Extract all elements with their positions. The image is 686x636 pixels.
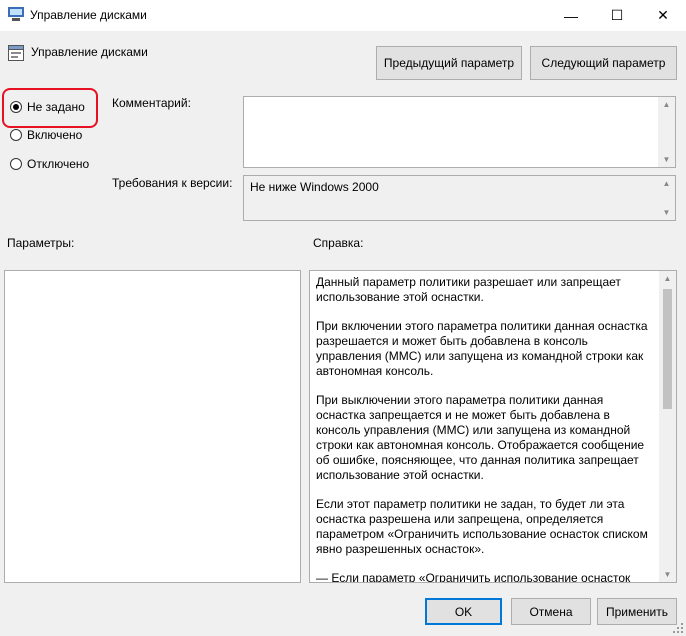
previous-setting-button[interactable]: Предыдущий параметр: [376, 46, 522, 80]
radio-not-configured[interactable]: Не задано: [10, 100, 85, 114]
help-scrollbar[interactable]: ▲ ▼: [659, 271, 676, 582]
radio-label: Не задано: [27, 100, 85, 114]
ok-label: OK: [454, 604, 473, 619]
scroll-up-icon[interactable]: ▲: [659, 274, 676, 283]
scroll-up-icon[interactable]: ▲: [658, 179, 675, 188]
options-pane: [4, 270, 301, 583]
close-button[interactable]: ✕: [640, 0, 686, 31]
scroll-down-icon[interactable]: ▼: [658, 155, 675, 164]
ok-button[interactable]: OK: [425, 598, 502, 625]
help-paragraph: Если этот параметр политики не задан, то…: [316, 497, 648, 556]
options-label: Параметры:: [7, 236, 75, 250]
minimize-button[interactable]: —: [548, 0, 594, 31]
maximize-button[interactable]: ☐: [594, 0, 640, 31]
scroll-thumb[interactable]: [663, 289, 672, 409]
minimize-icon: —: [564, 7, 578, 24]
policy-settings-icon: [8, 45, 24, 61]
help-paragraph: При выключении этого параметра политики …: [316, 393, 645, 482]
help-paragraph: Данный параметр политики разрешает или з…: [316, 275, 621, 304]
title-bar: Управление дисками — ☐ ✕: [0, 0, 686, 31]
radio-enabled[interactable]: Включено: [10, 128, 82, 142]
version-scrollbar[interactable]: ▲ ▼: [658, 176, 675, 220]
version-field: Не ниже Windows 2000 ▲ ▼: [243, 175, 676, 221]
next-setting-button[interactable]: Следующий параметр: [530, 46, 677, 80]
version-value: Не ниже Windows 2000: [250, 180, 379, 194]
comment-scrollbar[interactable]: ▲ ▼: [658, 97, 675, 167]
maximize-icon: ☐: [610, 7, 624, 23]
scroll-down-icon[interactable]: ▼: [659, 570, 676, 579]
help-label: Справка:: [313, 236, 364, 250]
radio-label: Включено: [27, 128, 83, 142]
apply-button[interactable]: Применить: [597, 598, 677, 625]
window-title: Управление дисками: [30, 8, 147, 22]
previous-setting-label: Предыдущий параметр: [383, 56, 515, 70]
scroll-down-icon[interactable]: ▼: [658, 208, 675, 217]
close-icon: ✕: [657, 7, 669, 23]
apply-label: Применить: [605, 604, 668, 619]
help-paragraph: — Если параметр «Ограничить использовани…: [316, 571, 631, 583]
version-label: Требования к версии:: [112, 176, 233, 190]
cancel-button[interactable]: Отмена: [511, 598, 591, 625]
cancel-label: Отмена: [529, 604, 573, 619]
radio-dot: [10, 101, 22, 113]
radio-dot: [10, 158, 22, 170]
comment-field[interactable]: ▲ ▼: [243, 96, 676, 168]
policy-name: Управление дисками: [31, 45, 148, 59]
resize-grip-icon[interactable]: [672, 622, 684, 634]
help-pane: Данный параметр политики разрешает или з…: [309, 270, 677, 583]
radio-disabled[interactable]: Отключено: [10, 157, 89, 171]
app-icon: [8, 7, 24, 21]
help-paragraph: При включении этого параметра политики д…: [316, 319, 648, 378]
next-setting-label: Следующий параметр: [541, 56, 666, 70]
comment-label: Комментарий:: [112, 96, 191, 110]
help-text: Данный параметр политики разрешает или з…: [316, 275, 656, 583]
scroll-up-icon[interactable]: ▲: [658, 100, 675, 109]
radio-label: Отключено: [27, 157, 90, 171]
radio-dot: [10, 129, 22, 141]
